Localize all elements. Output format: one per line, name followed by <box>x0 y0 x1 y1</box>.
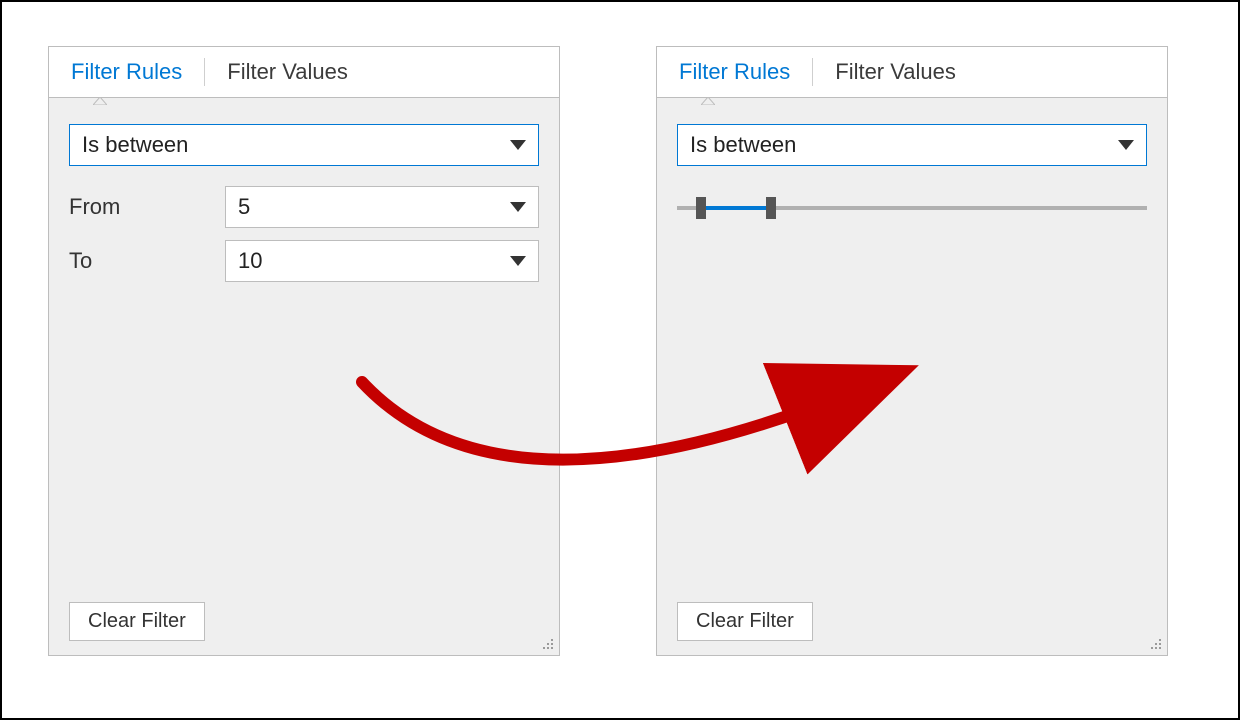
slider-fill <box>701 206 772 210</box>
clear-filter-button[interactable]: Clear Filter <box>677 602 813 641</box>
to-label: To <box>69 248 209 274</box>
tab-bar: Filter Rules Filter Values <box>49 47 559 98</box>
panel-footer: Clear Filter <box>657 602 1167 655</box>
panel-body: Is between From 5 To <box>49 98 559 602</box>
tab-bar: Filter Rules Filter Values <box>657 47 1167 98</box>
resize-gripper-icon[interactable] <box>1149 637 1163 651</box>
tab-filter-values[interactable]: Filter Values <box>221 53 354 91</box>
tab-separator <box>812 58 813 86</box>
to-dropdown[interactable]: 10 <box>225 240 539 282</box>
filter-panel-right: Filter Rules Filter Values Is between <box>656 46 1168 656</box>
chevron-down-icon <box>1118 140 1134 150</box>
chevron-down-icon <box>510 202 526 212</box>
tab-filter-rules[interactable]: Filter Rules <box>673 53 796 91</box>
from-label: From <box>69 194 209 220</box>
canvas: Filter Rules Filter Values Is between <box>0 0 1240 720</box>
clear-filter-button[interactable]: Clear Filter <box>69 602 205 641</box>
chevron-down-icon <box>510 140 526 150</box>
from-dropdown-value: 5 <box>238 194 250 220</box>
operator-dropdown-value: Is between <box>82 132 188 158</box>
chevron-down-icon <box>510 256 526 266</box>
to-row: To 10 <box>69 240 539 282</box>
tab-filter-rules[interactable]: Filter Rules <box>65 53 188 91</box>
panel-body: Is between <box>657 98 1167 602</box>
panel-footer: Clear Filter <box>49 602 559 655</box>
operator-dropdown[interactable]: Is between <box>677 124 1147 166</box>
slider-thumb-high[interactable] <box>766 197 776 219</box>
slider-thumb-low[interactable] <box>696 197 706 219</box>
range-slider[interactable] <box>677 196 1147 220</box>
tab-separator <box>204 58 205 86</box>
from-dropdown[interactable]: 5 <box>225 186 539 228</box>
from-row: From 5 <box>69 186 539 228</box>
operator-dropdown[interactable]: Is between <box>69 124 539 166</box>
operator-dropdown-value: Is between <box>690 132 796 158</box>
resize-gripper-icon[interactable] <box>541 637 555 651</box>
filter-panel-left: Filter Rules Filter Values Is between <box>48 46 560 656</box>
panels-row: Filter Rules Filter Values Is between <box>48 46 1192 674</box>
tab-filter-values[interactable]: Filter Values <box>829 53 962 91</box>
to-dropdown-value: 10 <box>238 248 262 274</box>
